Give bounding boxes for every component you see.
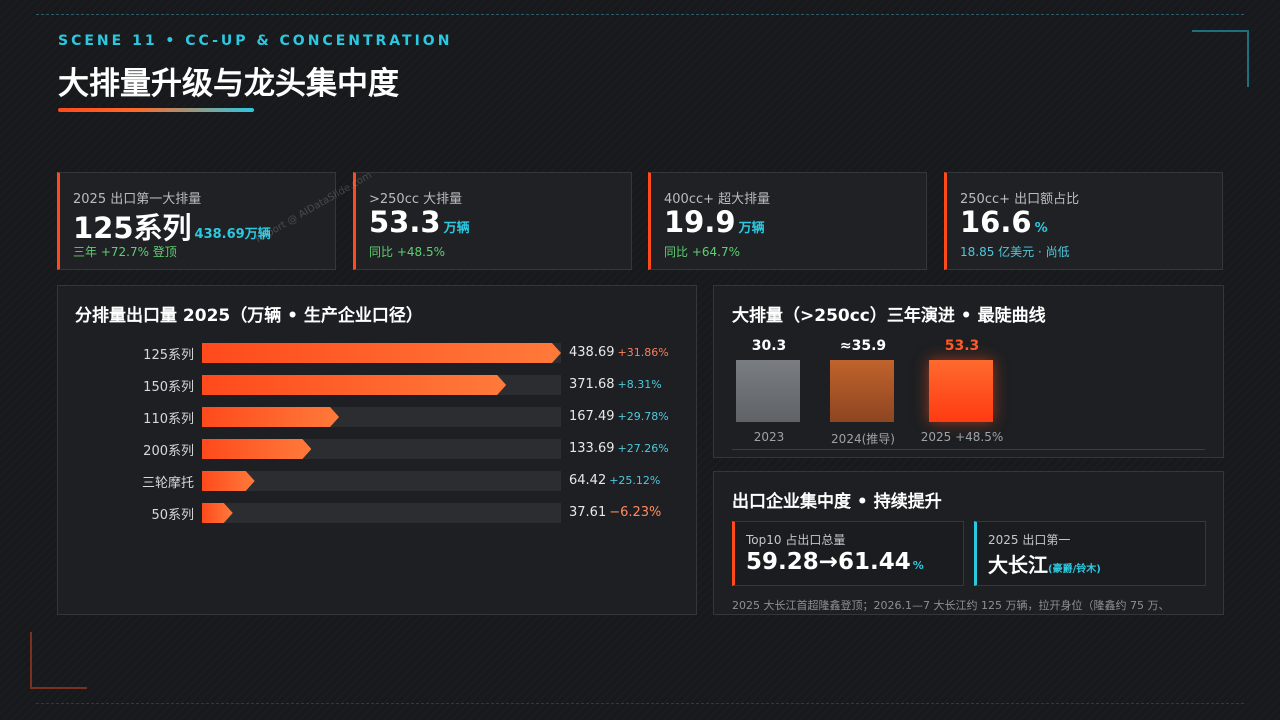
corner-ornament-top-right (1192, 30, 1249, 87)
bar-change: +31.86% (617, 346, 669, 359)
bar-chart-panel: 分排量出口量 2025（万辆 • 生产企业口径） 125系列 438.69 +31.… (57, 285, 697, 615)
page-title: 大排量升级与龙头集中度 (58, 66, 399, 102)
concentration-title: 出口企业集中度 • 持续提升 (732, 492, 942, 512)
kpi-value-group: 125系列 438.69万辆 (73, 205, 271, 247)
bar-change: −6.23% (609, 505, 662, 520)
scene-label: SCENE 11 • CC-UP & CONCENTRATION (58, 33, 453, 49)
kpi-value-group: 53.3 万辆 (369, 205, 470, 239)
kpi-value: 16.6 (960, 205, 1032, 239)
bar-value: 371.68 (569, 377, 615, 392)
top10-card: Top10 占出口总量 59.28→61.44% (732, 521, 964, 586)
top10-value-group: 59.28→61.44% (746, 549, 924, 575)
kpi-unit: 万辆 (443, 221, 470, 236)
kpi-card-250cc: >250cc 大排量 53.3 万辆 同比 +48.5% (353, 172, 632, 270)
kpi-unit: % (1034, 221, 1048, 236)
bar-value-label: 37.61 −6.23% (569, 505, 661, 520)
column-category-label: 2025 +48.5% (920, 430, 1004, 444)
bar-change: +27.26% (617, 442, 669, 455)
bar-value: 37.61 (569, 505, 607, 520)
column-category-label: 2024(推导) (831, 432, 895, 446)
top10-unit: % (912, 559, 924, 572)
kpi-value: 53.3 (369, 205, 441, 239)
concentration-panel: 出口企业集中度 • 持续提升 Top10 占出口总量 59.28→61.44% … (713, 471, 1224, 615)
kpi-unit: 万辆 (738, 221, 765, 236)
bar-fill (202, 439, 311, 459)
column-bar (830, 360, 894, 422)
bar-chart-title: 分排量出口量 2025（万辆 • 生产企业口径） (75, 306, 423, 326)
bar-change: +8.31% (617, 378, 662, 391)
kpi-sub: 三年 +72.7% 登顶 (73, 245, 177, 259)
bottom-dashed-border (36, 703, 1244, 704)
bar-change: +29.78% (617, 410, 669, 423)
column-chart-baseline (732, 449, 1205, 450)
bar-row: 200系列 133.69 +27.26% (58, 438, 698, 460)
bar-value: 133.69 (569, 441, 615, 456)
kpi-sub: 同比 +48.5% (369, 245, 445, 259)
bar-track (202, 503, 561, 523)
column-bar (929, 360, 993, 422)
bar-change: +25.12% (609, 474, 661, 487)
bar-fill (202, 407, 339, 427)
kpi-value: 125系列 (73, 211, 192, 245)
column-value-label: ≈35.9 (839, 338, 887, 354)
bar-category-label: 125系列 (143, 348, 194, 363)
bar-category-label: 110系列 (143, 412, 194, 427)
first-exporter-card: 2025 出口第一 大长江(豪爵/铃木) (974, 521, 1206, 586)
bar-fill (202, 375, 506, 395)
column-value-label: 53.3 (944, 338, 980, 354)
bar-category-label: 50系列 (151, 508, 194, 523)
bar-row: 50系列 37.61 −6.23% (58, 502, 698, 524)
first-exporter-sub: (豪爵/铃木) (1048, 564, 1101, 575)
bar-row: 三轮摩托 64.42 +25.12% (58, 470, 698, 492)
bar-row: 125系列 438.69 +31.86% (58, 342, 698, 364)
kpi-value-group: 19.9 万辆 (664, 205, 765, 239)
bar-category-label: 200系列 (143, 444, 194, 459)
first-exporter-value-group: 大长江(豪爵/铃木) (988, 549, 1101, 578)
bar-track (202, 471, 561, 491)
bar-value-label: 438.69 +31.86% (569, 345, 669, 360)
column-value-label: 30.3 (751, 338, 787, 354)
column-chart-panel: 大排量（>250cc）三年演进 • 最陡曲线 30.3 2023 ≈35.9 2024… (713, 285, 1224, 458)
column-category-label: 2023 (753, 430, 785, 444)
bar-value-label: 133.69 +27.26% (569, 441, 669, 456)
bar-category-label: 三轮摩托 (141, 476, 194, 491)
kpi-card-400cc: 400cc+ 超大排量 19.9 万辆 同比 +64.7% (648, 172, 927, 270)
kpi-value-group: 16.6% (960, 205, 1048, 239)
column-bar (736, 360, 800, 422)
bar-value: 167.49 (569, 409, 615, 424)
kpi-card-export-share: 250cc+ 出口额占比 16.6% 18.85 亿美元 · 尚低 (944, 172, 1223, 270)
top10-label: Top10 占出口总量 (746, 533, 846, 547)
bar-row: 110系列 167.49 +29.78% (58, 406, 698, 428)
kpi-sub: 同比 +64.7% (664, 245, 740, 259)
bar-fill (202, 343, 561, 363)
bar-value-label: 64.42 +25.12% (569, 473, 660, 488)
top10-value: 59.28→61.44 (746, 549, 911, 575)
kpi-sub: 18.85 亿美元 · 尚低 (960, 245, 1070, 259)
bar-value: 64.42 (569, 473, 607, 488)
title-underline (58, 108, 254, 112)
kpi-value: 19.9 (664, 205, 736, 239)
bar-value-label: 167.49 +29.78% (569, 409, 669, 424)
concentration-note: 2025 大长江首超隆鑫登顶；2026.1—7 大长江约 125 万辆，拉开身位… (732, 599, 1170, 612)
corner-ornament-bottom-left (30, 632, 87, 689)
column-chart-title: 大排量（>250cc）三年演进 • 最陡曲线 (732, 306, 1046, 326)
bar-value-label: 371.68 +8.31% (569, 377, 662, 392)
top-dashed-border (36, 14, 1244, 15)
bar-category-label: 150系列 (143, 380, 194, 395)
first-exporter-value: 大长江 (988, 553, 1048, 577)
first-exporter-label: 2025 出口第一 (988, 533, 1071, 547)
bar-value: 438.69 (569, 345, 615, 360)
bar-fill (202, 471, 255, 491)
bar-row: 150系列 371.68 +8.31% (58, 374, 698, 396)
